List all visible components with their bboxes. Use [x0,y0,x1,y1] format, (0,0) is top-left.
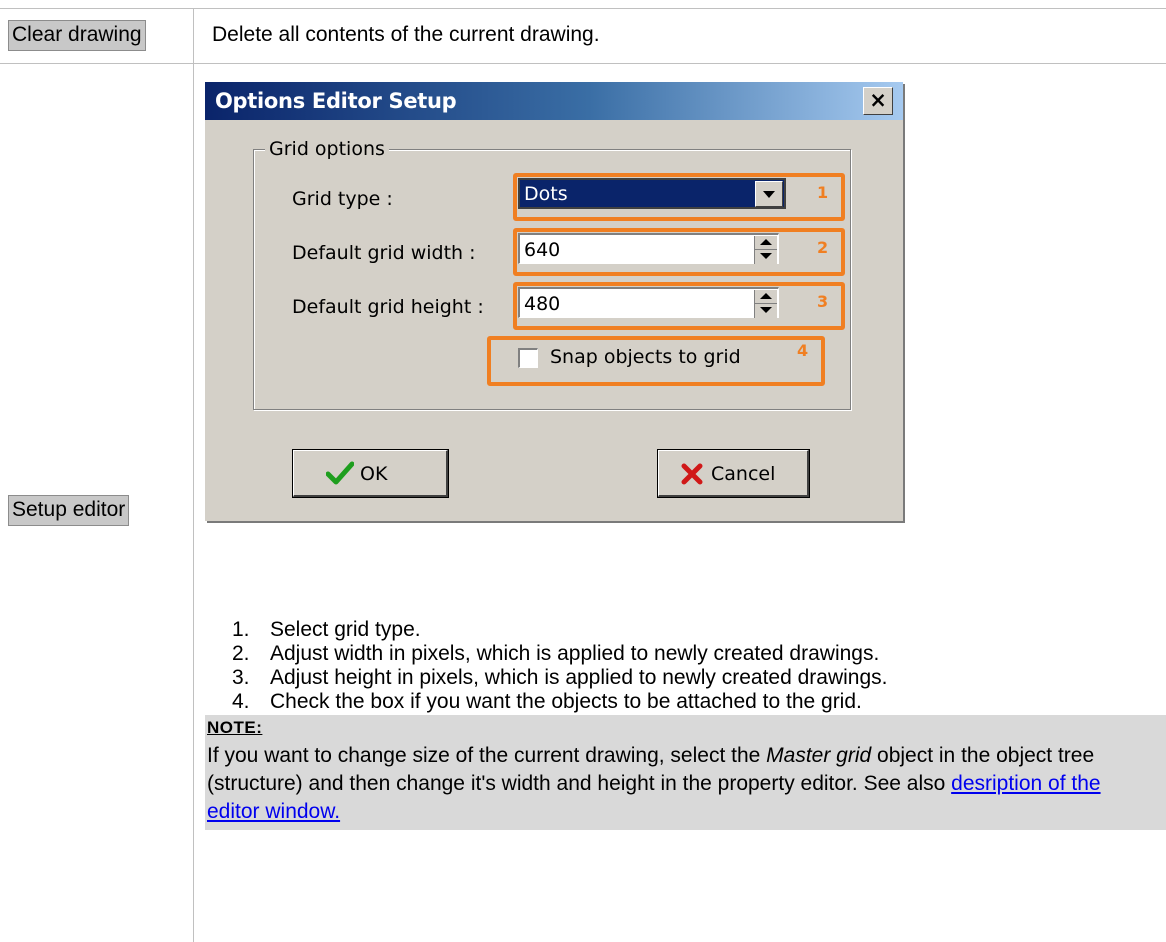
checkmark-icon [326,461,354,485]
grid-width-label: Default grid width : [292,242,476,264]
grid-type-value: Dots [524,183,568,205]
setup-editor-label: Setup editor [8,495,130,526]
grid-width-stepper[interactable] [754,236,777,264]
grid-width-value: 640 [524,239,561,261]
grid-options-title: Grid options [265,138,389,160]
callout-number-2: 2 [817,238,829,257]
ok-button[interactable]: OK [293,450,448,497]
steps-list: 1. Select grid type. 2. Adjust width in pi… [218,618,888,714]
list-item: 4. Check the box if you want the objects … [232,690,862,713]
spin-up-icon[interactable] [755,290,777,304]
clear-drawing-description: Delete all contents of the current drawi… [212,23,600,46]
note-body: If you want to change size of the curren… [207,742,1157,826]
cancel-button[interactable]: Cancel [658,450,809,497]
table-column-divider [193,8,194,942]
x-icon [681,463,703,485]
step-text: Check the box if you want the objects to… [270,690,862,713]
close-button[interactable]: × [863,87,893,115]
table-row-divider [0,63,1166,64]
close-icon: × [869,88,887,112]
spin-down-icon[interactable] [755,304,777,317]
step-text: Select grid type. [270,618,421,641]
spin-down-icon[interactable] [755,250,777,263]
grid-height-stepper[interactable] [754,290,777,318]
ok-label: OK [360,463,388,485]
list-item: 3. Adjust height in pixels, which is appl… [232,666,888,689]
grid-type-select[interactable]: Dots [518,178,786,209]
grid-height-value: 480 [524,293,561,315]
note-box: NOTE: If you want to change size of the … [205,715,1166,830]
grid-type-label: Grid type : [292,188,393,210]
spin-up-icon[interactable] [755,236,777,250]
step-text: Adjust width in pixels, which is applied… [270,642,880,665]
note-text-before: If you want to change size of the curren… [207,744,767,767]
dialog-titlebar: Options Editor Setup × [205,82,903,120]
grid-height-field[interactable]: 480 [518,287,779,318]
grid-height-label: Default grid height : [292,296,484,318]
list-item: 2. Adjust width in pixels, which is appli… [232,642,880,665]
snap-label[interactable]: Snap objects to grid [550,346,741,368]
list-item: 1. Select grid type. [232,618,421,641]
callout-number-1: 1 [817,183,829,202]
grid-width-field[interactable]: 640 [518,233,779,264]
dialog-title: Options Editor Setup [215,89,457,113]
note-emphasis: Master grid [766,744,872,767]
chevron-down-icon[interactable] [755,181,783,207]
table-top-border [0,8,1166,9]
clear-drawing-label: Clear drawing [8,20,146,51]
options-editor-setup-dialog: Options Editor Setup × Grid options Grid… [205,82,903,521]
cancel-label: Cancel [711,463,776,485]
callout-number-4: 4 [797,341,809,360]
step-text: Adjust height in pixels, which is applie… [270,666,888,689]
snap-checkbox[interactable] [518,348,538,368]
callout-number-3: 3 [817,292,829,311]
note-title: NOTE: [207,718,263,737]
